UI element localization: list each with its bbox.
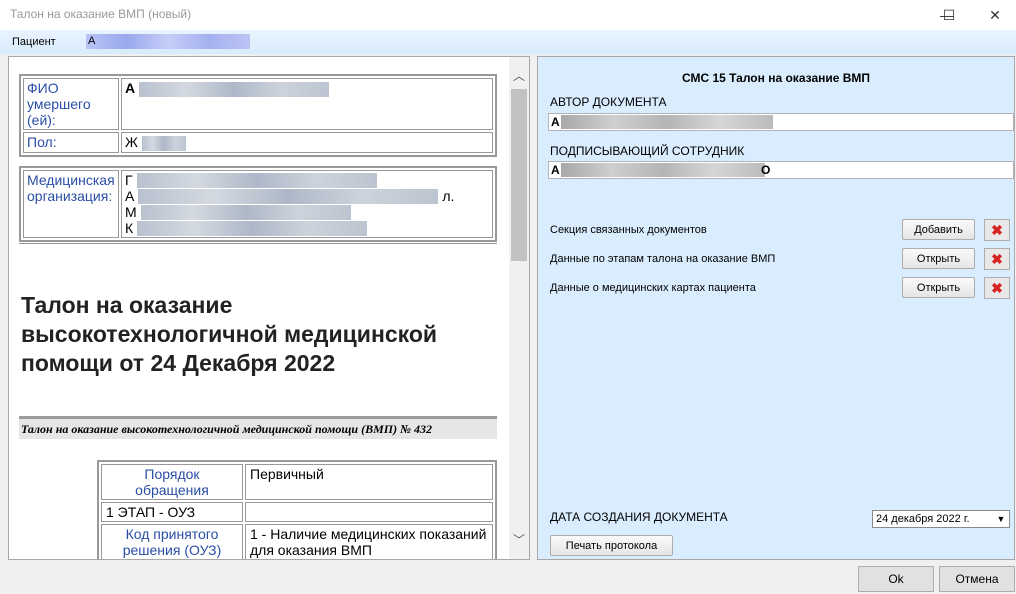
deceased-label: ФИО умершего (ей): — [23, 78, 119, 130]
creation-date-picker[interactable]: 24 декабря 2022 г. ▼ — [872, 510, 1010, 528]
procedure-value: 1 - Наличие медицинских показаний для ок… — [245, 524, 493, 559]
organization-table: Медицинская организация: Г Ал. М К — [19, 166, 497, 242]
window-titlebar: Талон на оказание ВМП (новый) — ☐ ✕ — [0, 0, 1016, 30]
stages-data-label: Данные по этапам талона на оказание ВМП — [550, 253, 776, 265]
document-preview[interactable]: ФИО умершего (ей): А Пол: Ж Медицинская … — [8, 56, 530, 560]
redacted-text — [561, 115, 773, 129]
panel-title: СМС 15 Талон на оказание ВМП — [681, 71, 871, 85]
window-title: Талон на оказание ВМП (новый) — [10, 7, 192, 21]
table-row: Код принятого решения (ОУЗ) 1 - Наличие … — [101, 524, 493, 559]
patient-label: Пациент — [12, 36, 56, 48]
patient-bar: Пациент А — [0, 30, 1016, 54]
document-content: ФИО умершего (ей): А Пол: Ж Медицинская … — [9, 57, 509, 559]
redacted-text — [137, 220, 368, 236]
signer-value: А — [551, 163, 560, 177]
document-properties-panel: СМС 15 Талон на оказание ВМП АВТОР ДОКУМ… — [537, 56, 1015, 560]
redacted-text — [141, 135, 186, 151]
table-row: 1 ЭТАП - ОУЗ — [101, 502, 493, 522]
document-subheader: Талон на оказание высокотехнологичной ме… — [19, 419, 497, 439]
org-line-tail: л. — [442, 188, 455, 204]
redacted-text — [561, 163, 765, 177]
org-line-text: М — [125, 204, 137, 220]
org-label: Медицинская организация: — [23, 170, 119, 238]
deceased-table: ФИО умершего (ей): А Пол: Ж — [19, 74, 497, 157]
medical-cards-label: Данные о медицинских картах пациента — [550, 282, 756, 294]
delete-icon[interactable]: ✖ — [984, 277, 1010, 299]
author-value: А — [551, 115, 560, 129]
org-line-text: А — [125, 188, 135, 204]
signer-value-tail: О — [761, 163, 771, 177]
divider — [19, 243, 497, 244]
scrollbar-thumb[interactable] — [511, 89, 527, 261]
org-line: М — [125, 204, 489, 220]
signer-field[interactable]: А О — [548, 161, 1014, 179]
ok-button[interactable]: Ok — [858, 566, 934, 592]
procedure-key: Код принятого решения (ОУЗ) — [101, 524, 243, 559]
redacted-text — [138, 188, 439, 204]
maximize-icon[interactable]: ☐ — [926, 0, 972, 30]
open-medical-cards-button[interactable]: Открыть — [902, 277, 975, 298]
org-line: К — [125, 220, 489, 236]
document-title: Талон на оказание высокотехнологичной ме… — [21, 292, 438, 376]
org-line-text: К — [125, 220, 134, 236]
delete-icon[interactable]: ✖ — [984, 219, 1010, 241]
author-label: АВТОР ДОКУМЕНТА — [550, 95, 667, 109]
scroll-up-icon[interactable]: ︿ — [509, 65, 529, 85]
procedure-table: Порядок обращения Первичный 1 ЭТАП - ОУЗ… — [97, 460, 497, 559]
procedure-value — [245, 502, 493, 522]
add-related-doc-button[interactable]: Добавить — [902, 219, 975, 240]
redacted-text — [140, 204, 351, 220]
close-icon[interactable]: ✕ — [972, 0, 1016, 30]
procedure-value: Первичный — [245, 464, 493, 500]
vertical-scrollbar[interactable]: ︿ ﹀ — [509, 57, 529, 559]
org-line: Ал. — [125, 188, 489, 204]
creation-date-value: 24 декабря 2022 г. — [876, 513, 970, 525]
org-value-cell: Г Ал. М К — [121, 170, 493, 238]
patient-value: А — [86, 34, 250, 49]
sex-value-cell: Ж — [121, 132, 493, 153]
print-protocol-button[interactable]: Печать протокола — [550, 535, 673, 556]
table-row: Порядок обращения Первичный — [101, 464, 493, 500]
redacted-text — [139, 81, 330, 97]
scroll-down-icon[interactable]: ﹀ — [509, 529, 529, 549]
redacted-text — [136, 172, 377, 188]
sex-label: Пол: — [23, 132, 119, 153]
cancel-button[interactable]: Отмена — [939, 566, 1015, 592]
delete-icon[interactable]: ✖ — [984, 248, 1010, 270]
signer-label: ПОДПИСЫВАЮЩИЙ СОТРУДНИК — [550, 144, 745, 158]
procedure-key: 1 ЭТАП - ОУЗ — [101, 502, 243, 522]
author-field[interactable]: А — [548, 113, 1014, 131]
org-line-text: Г — [125, 172, 133, 188]
sex-value: Ж — [125, 134, 138, 150]
deceased-value: А — [125, 80, 136, 96]
procedure-key: Порядок обращения — [101, 464, 243, 500]
related-docs-label: Секция связанных документов — [550, 224, 707, 236]
org-line: Г — [125, 172, 489, 188]
open-stages-button[interactable]: Открыть — [902, 248, 975, 269]
deceased-value-cell: А — [121, 78, 493, 130]
creation-date-label: ДАТА СОЗДАНИЯ ДОКУМЕНТА — [550, 510, 728, 524]
chevron-down-icon[interactable]: ▼ — [993, 511, 1009, 527]
